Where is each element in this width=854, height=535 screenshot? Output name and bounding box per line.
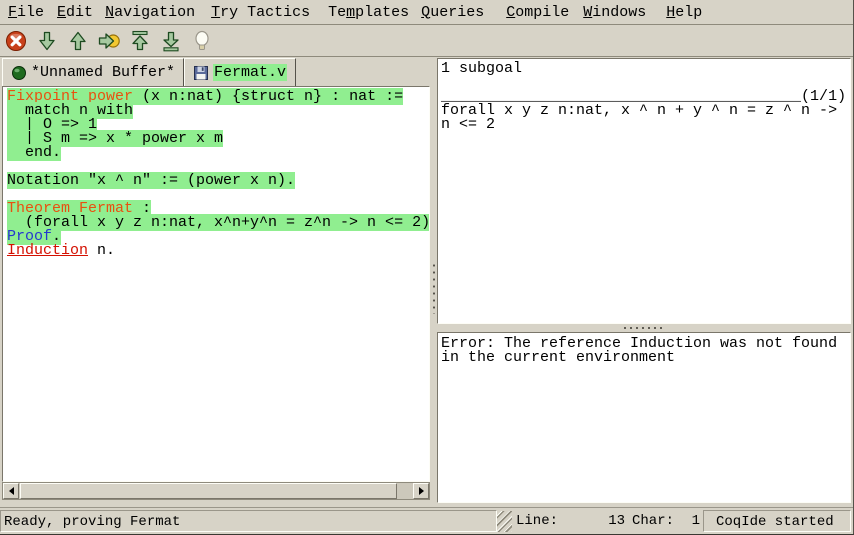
stop-button[interactable] bbox=[4, 29, 28, 53]
tab-unnamed-buffer[interactable]: *Unnamed Buffer* bbox=[2, 58, 184, 86]
scroll-left-button[interactable] bbox=[3, 483, 19, 499]
green-ball-icon bbox=[11, 65, 27, 81]
hints-button[interactable] bbox=[190, 29, 214, 53]
vertical-pane-separator[interactable] bbox=[430, 58, 437, 502]
tab-label: *Unnamed Buffer* bbox=[31, 64, 175, 81]
lightbulb-icon bbox=[190, 29, 214, 53]
char-value: 1 bbox=[664, 513, 700, 529]
code-line: Induction n. bbox=[7, 244, 429, 258]
menu-try-tactics[interactable]: Try Tactics bbox=[211, 4, 310, 21]
floppy-disk-icon bbox=[193, 65, 209, 81]
separator-grip-dots bbox=[432, 262, 435, 314]
go-to-top-button[interactable] bbox=[128, 29, 152, 53]
code-line: | S m => x * power x m bbox=[7, 132, 429, 146]
separator-grip-dots bbox=[622, 326, 666, 329]
code-line: end. bbox=[7, 146, 429, 160]
menu-bar: File Edit Navigation Try Tactics Templat… bbox=[0, 0, 853, 25]
menu-file[interactable]: File bbox=[8, 4, 44, 21]
script-editor[interactable]: Fixpoint power (x n:nat) {struct n} : na… bbox=[2, 86, 430, 482]
menu-windows[interactable]: Windows bbox=[583, 4, 646, 21]
coqide-window: File Edit Navigation Try Tactics Templat… bbox=[0, 0, 854, 535]
go-down-icon bbox=[35, 29, 59, 53]
messages-panel[interactable]: Error: The reference Induction was not f… bbox=[437, 332, 851, 503]
status-bar: Ready, proving Fermat Line: 13 Char: 1 C… bbox=[0, 507, 853, 534]
toolbar bbox=[0, 25, 853, 57]
menu-templates[interactable]: Templates bbox=[328, 4, 409, 21]
resize-grip[interactable] bbox=[497, 511, 512, 532]
go-to-top-icon bbox=[128, 29, 152, 53]
coqide-status: CoqIde started bbox=[703, 510, 851, 532]
go-to-cursor-icon bbox=[97, 29, 121, 53]
code-line: (forall x y z n:nat, x^n+y^n = z^n -> n … bbox=[7, 216, 429, 230]
goal-statement: forall x y z n:nat, x ^ n + y ^ n = z ^ … bbox=[441, 104, 848, 132]
goal-panel[interactable]: 1 subgoal ______________________________… bbox=[437, 58, 851, 324]
editor-horizontal-scrollbar[interactable] bbox=[2, 482, 430, 500]
stop-icon bbox=[4, 29, 28, 53]
code-line: Notation "x ^ n" := (power x n). bbox=[7, 174, 429, 188]
go-to-bottom-icon bbox=[159, 29, 183, 53]
horizontal-pane-separator[interactable] bbox=[437, 324, 851, 332]
left-arrow-icon bbox=[9, 487, 14, 495]
status-message: Ready, proving Fermat bbox=[0, 510, 497, 532]
menu-help[interactable]: Help bbox=[666, 4, 702, 21]
scroll-right-button[interactable] bbox=[413, 483, 429, 499]
menu-navigation[interactable]: Navigation bbox=[105, 4, 195, 21]
scrollbar-thumb[interactable] bbox=[20, 483, 397, 499]
tab-fermat-v[interactable]: Fermat.v bbox=[184, 58, 296, 86]
go-down-button[interactable] bbox=[35, 29, 59, 53]
error-message: Error: The reference Induction was not f… bbox=[441, 337, 848, 365]
line-value: 13 bbox=[560, 513, 625, 529]
buffer-tabs: *Unnamed Buffer* Fermat.v bbox=[2, 58, 296, 86]
go-up-icon bbox=[66, 29, 90, 53]
subgoal-count: 1 subgoal bbox=[441, 62, 848, 76]
go-up-button[interactable] bbox=[66, 29, 90, 53]
line-label: Line: bbox=[516, 513, 558, 529]
go-to-cursor-button[interactable] bbox=[97, 29, 121, 53]
tab-label: Fermat.v bbox=[213, 64, 287, 81]
menu-edit[interactable]: Edit bbox=[57, 4, 93, 21]
right-arrow-icon bbox=[419, 487, 424, 495]
menu-compile[interactable]: Compile bbox=[506, 4, 569, 21]
menu-queries[interactable]: Queries bbox=[421, 4, 484, 21]
go-to-bottom-button[interactable] bbox=[159, 29, 183, 53]
